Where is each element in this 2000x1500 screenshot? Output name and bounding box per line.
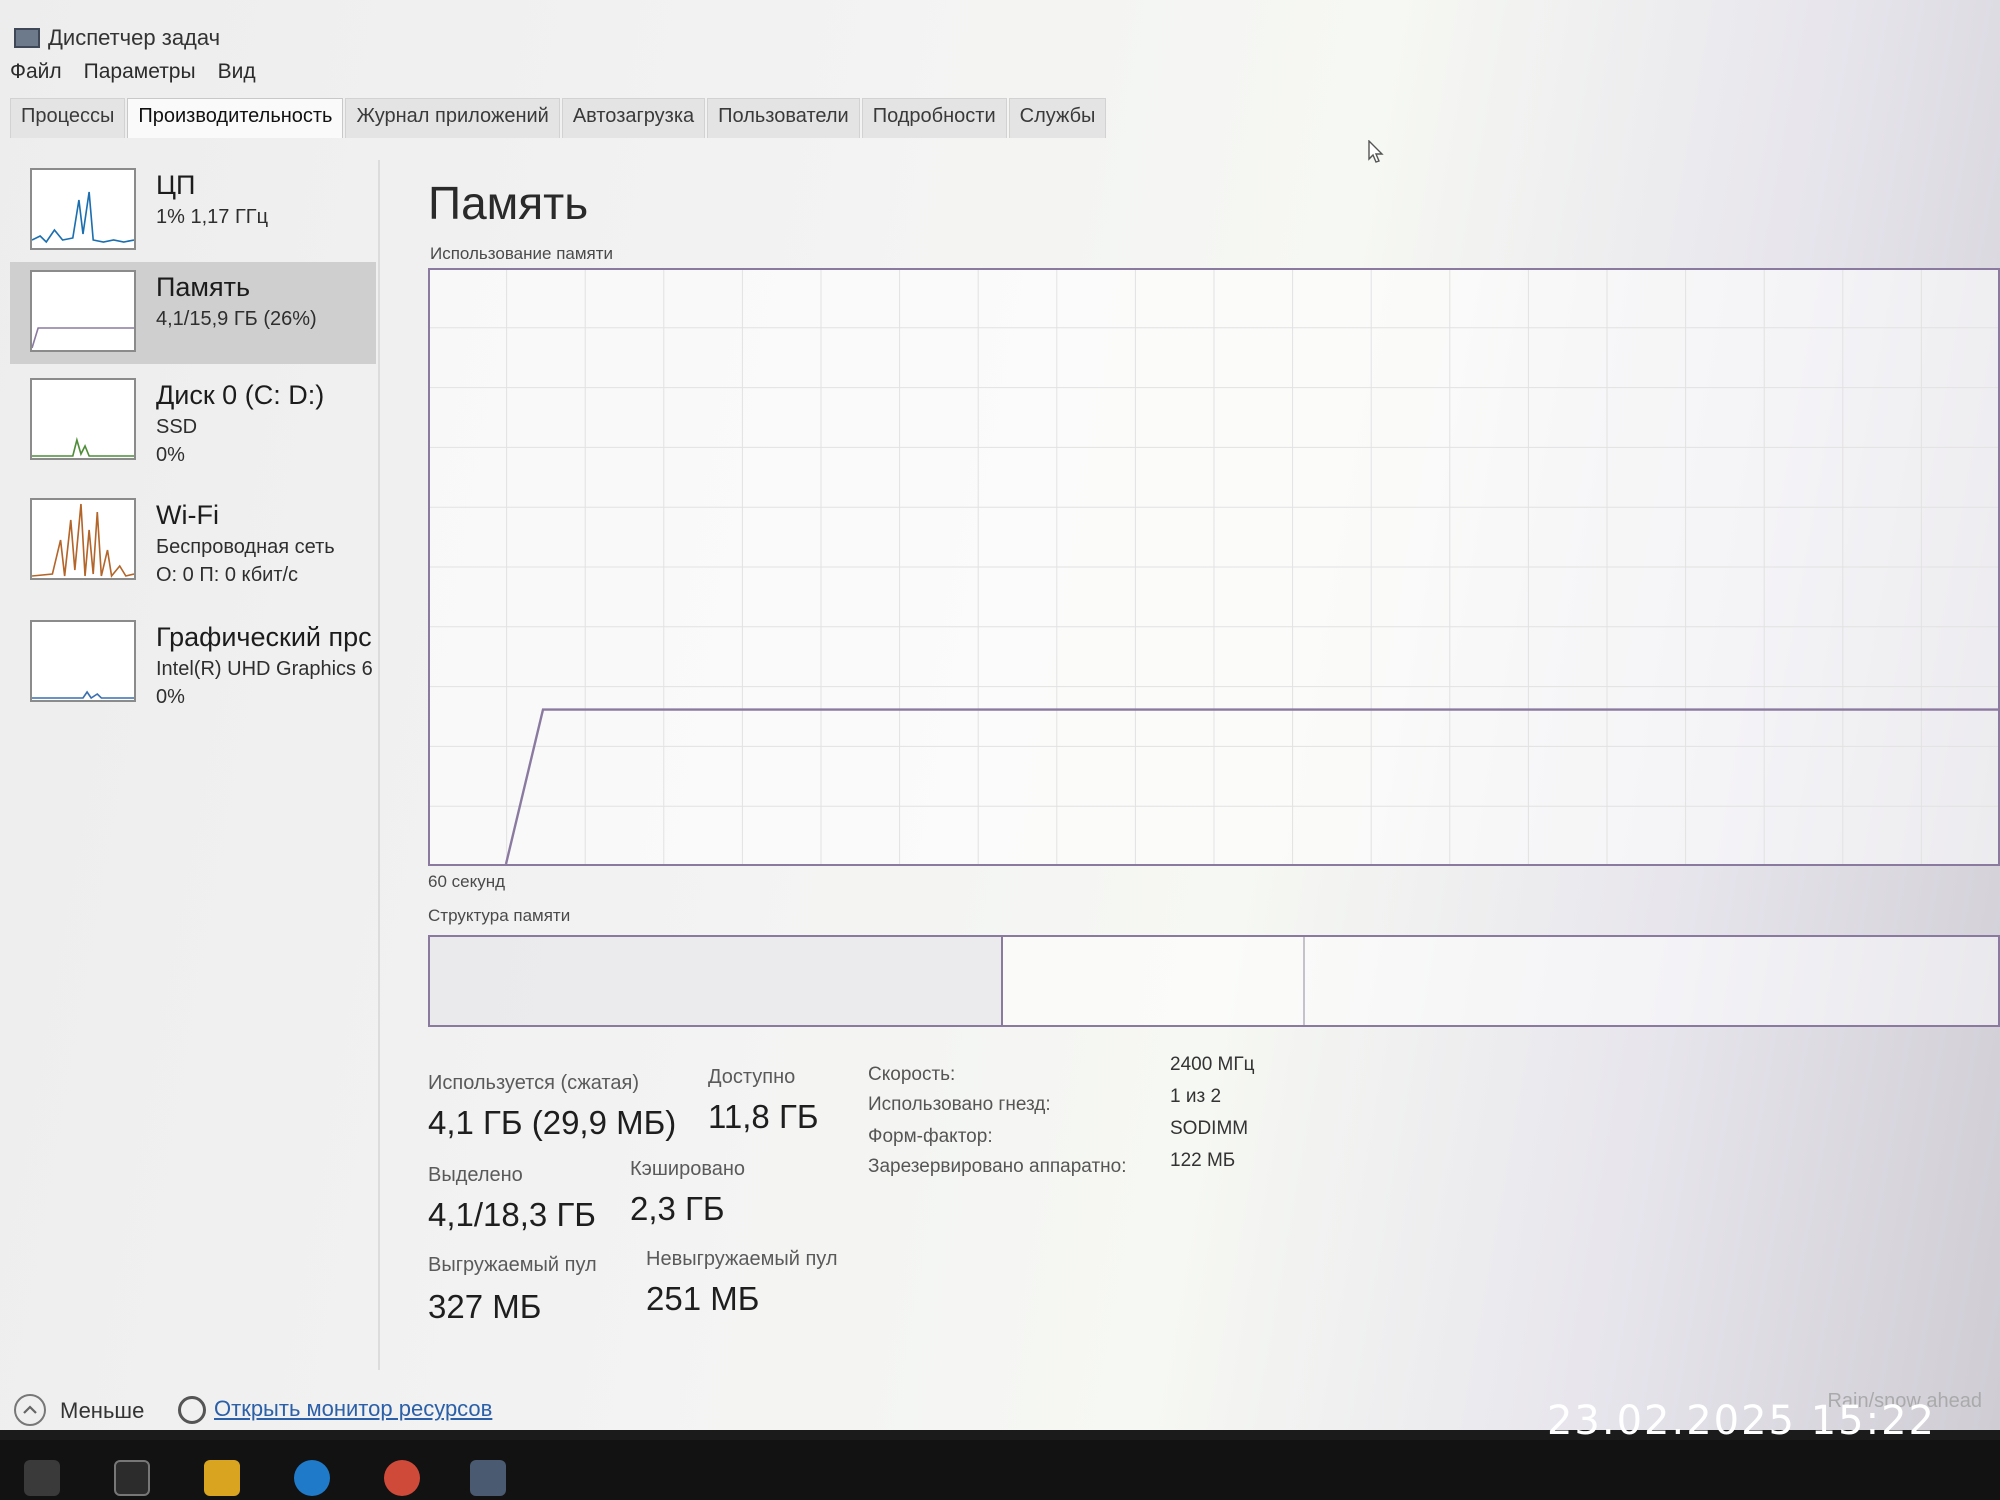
page-title: Память: [428, 177, 589, 229]
sidebar-item-subtitle: Intel(R) UHD Graphics 6: [156, 658, 373, 680]
start-icon[interactable]: [24, 1460, 60, 1496]
slots-used-value: 1 из 2: [1170, 1086, 1222, 1107]
sidebar-item-disk[interactable]: Диск 0 (C: D:) SSD 0%: [10, 370, 376, 472]
disk-thumbnail-graph: [30, 378, 136, 460]
sidebar-item-wifi[interactable]: Wi-Fi Беспроводная сеть О: 0 П: 0 кбит/с: [10, 490, 376, 592]
task-manager-taskbar-icon[interactable]: [470, 1460, 506, 1496]
sidebar-item-value: 0%: [156, 686, 185, 708]
form-factor-value: SODIMM: [1170, 1118, 1249, 1139]
tab-strip: Процессы Производительность Журнал прило…: [10, 98, 1108, 138]
performance-sidebar: ЦП 1% 1,17 ГГц Память 4,1/15,9 ГБ (26%) …: [10, 160, 380, 1370]
title-bar: Диспетчер задач: [0, 18, 2000, 58]
sidebar-item-title: Диск 0 (C: D:): [156, 380, 325, 410]
paged-pool-value: 327 МБ: [428, 1288, 542, 1325]
gpu-thumbnail-graph: [30, 620, 136, 702]
tab-startup[interactable]: Автозагрузка: [561, 98, 706, 138]
open-resource-monitor-link[interactable]: Открыть монитор ресурсов: [214, 1396, 492, 1422]
sidebar-item-subtitle: Беспроводная сеть: [156, 536, 335, 558]
task-manager-window: Диспетчер задач Файл Параметры Вид Проце…: [0, 0, 2000, 1430]
taskbar: [0, 1440, 2000, 1500]
edge-icon[interactable]: [294, 1460, 330, 1496]
sidebar-item-title: Wi-Fi: [156, 500, 219, 530]
slots-used-label: Использовано гнезд:: [868, 1094, 1051, 1115]
structure-in-use-segment: [430, 937, 1002, 1025]
resource-monitor-icon: [178, 1396, 206, 1424]
sidebar-item-value: О: 0 П: 0 кбит/с: [156, 564, 299, 586]
memory-usage-chart: [428, 268, 2000, 866]
wifi-thumbnail-graph: [30, 498, 136, 580]
sidebar-item-title: Графический прс: [156, 622, 372, 652]
chrome-icon[interactable]: [384, 1460, 420, 1496]
tab-users[interactable]: Пользователи: [707, 98, 860, 138]
sidebar-item-title: Память: [156, 272, 251, 302]
speed-label: Скорость:: [868, 1064, 956, 1085]
form-factor-label: Форм-фактор:: [868, 1126, 993, 1147]
sidebar-item-memory[interactable]: Память 4,1/15,9 ГБ (26%): [10, 262, 376, 364]
in-use-value: 4,1 ГБ (29,9 МБ): [428, 1104, 677, 1141]
committed-value: 4,1/18,3 ГБ: [428, 1196, 596, 1233]
photo-timestamp: 23.02.2025 15:22: [1546, 1398, 1936, 1444]
sidebar-item-title: ЦП: [156, 170, 196, 200]
sidebar-item-cpu[interactable]: ЦП 1% 1,17 ГГц: [10, 160, 376, 262]
file-explorer-icon[interactable]: [204, 1460, 240, 1496]
tab-details[interactable]: Подробности: [861, 98, 1007, 138]
nonpaged-pool-value: 251 МБ: [646, 1280, 760, 1317]
cursor-arrow-icon: [1368, 140, 1384, 163]
in-use-label: Используется (сжатая): [428, 1072, 639, 1094]
tab-processes[interactable]: Процессы: [10, 98, 126, 138]
available-label: Доступно: [708, 1066, 796, 1088]
tab-services[interactable]: Службы: [1008, 98, 1107, 138]
hardware-reserved-label: Зарезервировано аппаратно:: [868, 1156, 1127, 1177]
sidebar-item-value: 0%: [156, 444, 185, 466]
paged-pool-label: Выгружаемый пул: [428, 1254, 597, 1276]
sidebar-item-gpu[interactable]: Графический прс Intel(R) UHD Graphics 6 …: [10, 612, 376, 714]
menu-bar: Файл Параметры Вид: [10, 60, 256, 84]
chart-time-label: 60 секунд: [428, 872, 506, 891]
nonpaged-pool-label: Невыгружаемый пул: [646, 1248, 838, 1270]
cached-value: 2,3 ГБ: [630, 1190, 725, 1227]
menu-view[interactable]: Вид: [218, 60, 256, 84]
tab-performance[interactable]: Производительность: [127, 98, 344, 138]
window-title: Диспетчер задач: [48, 25, 221, 50]
tab-app-history[interactable]: Журнал приложений: [345, 98, 560, 138]
sidebar-item-subtitle: SSD: [156, 416, 198, 438]
speed-value: 2400 МГц: [1170, 1054, 1255, 1075]
memory-structure-bar: [428, 935, 2000, 1027]
usage-chart-caption: Использование памяти: [430, 244, 614, 263]
memory-thumbnail-graph: [30, 270, 136, 352]
cached-label: Кэшировано: [630, 1158, 746, 1180]
cpu-thumbnail-graph: [30, 168, 136, 250]
sidebar-item-subtitle: 1% 1,17 ГГц: [156, 206, 269, 228]
sidebar-item-subtitle: 4,1/15,9 ГБ (26%): [156, 308, 317, 330]
chevron-up-icon[interactable]: [14, 1394, 46, 1426]
fewer-details-button[interactable]: Меньше: [60, 1398, 144, 1424]
task-view-icon[interactable]: [114, 1460, 150, 1496]
task-manager-icon: [14, 28, 40, 48]
available-value: 11,8 ГБ: [708, 1098, 819, 1135]
menu-options[interactable]: Параметры: [84, 60, 196, 84]
committed-label: Выделено: [428, 1164, 523, 1186]
menu-file[interactable]: Файл: [10, 60, 62, 84]
hardware-reserved-value: 122 МБ: [1170, 1150, 1236, 1171]
